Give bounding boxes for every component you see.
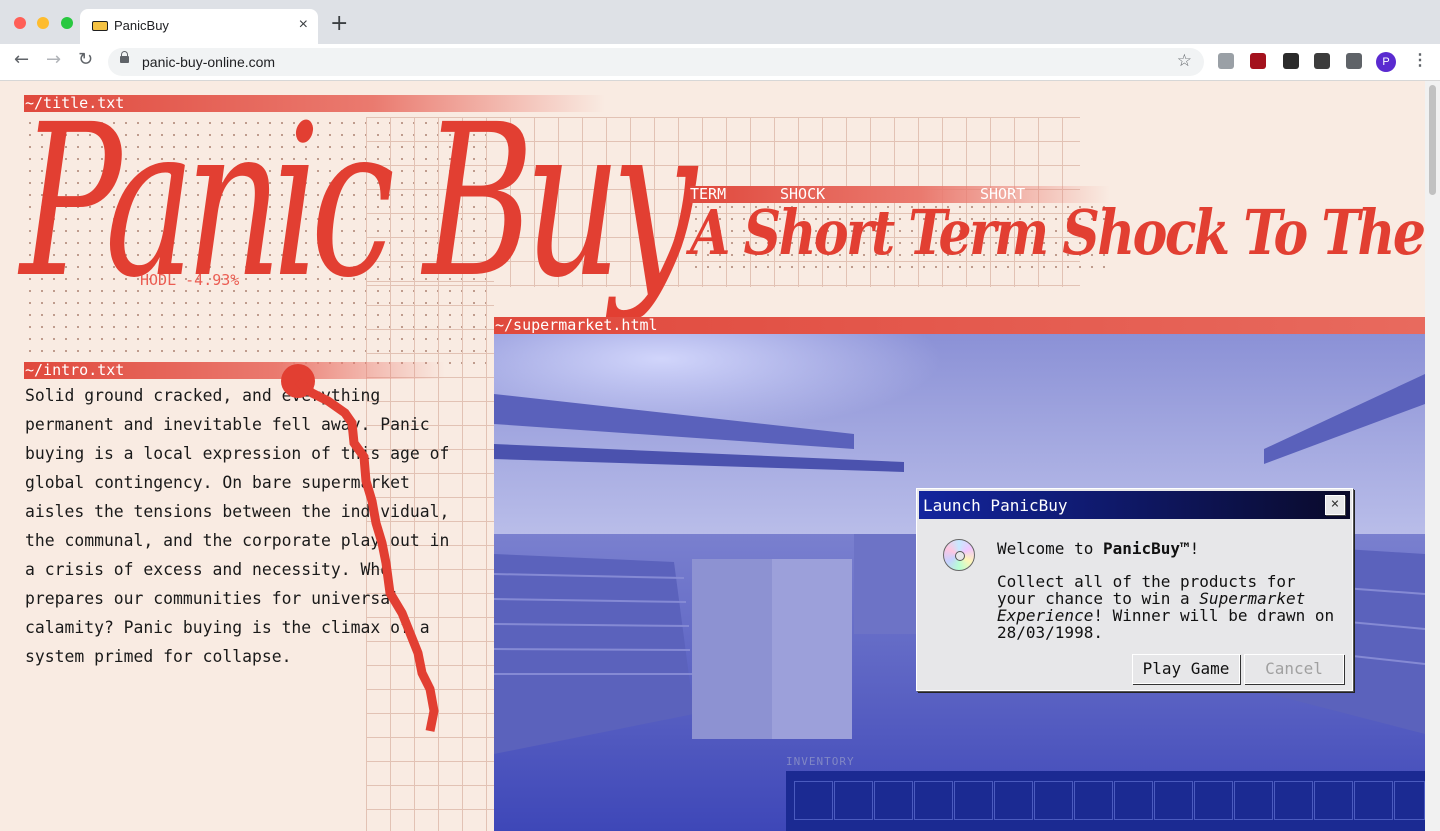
back-icon[interactable]: ← (14, 49, 29, 70)
inventory-bar (786, 771, 1425, 831)
dialog-title-bar[interactable]: Launch PanicBuy × (919, 491, 1350, 519)
inventory-slot[interactable] (1274, 781, 1313, 820)
ublock-icon[interactable] (1250, 53, 1266, 69)
inventory-slot[interactable] (794, 781, 833, 820)
window-controls (14, 16, 80, 34)
favicon-icon (92, 21, 108, 31)
welcome-brand: PanicBuy™ (1102, 539, 1190, 558)
inventory-slot[interactable] (1194, 781, 1233, 820)
dialog-welcome: Welcome to PanicBuy™! (997, 539, 1199, 558)
lock-icon (120, 51, 129, 63)
launch-dialog: Launch PanicBuy × Welcome to PanicBuy™! … (916, 488, 1353, 691)
inventory-slot[interactable] (874, 781, 913, 820)
new-tab-button[interactable]: + (330, 11, 348, 36)
search-ext-icon[interactable] (1314, 53, 1330, 69)
inventory-slot[interactable] (1314, 781, 1353, 820)
scrollbar-thumb[interactable] (1429, 85, 1436, 195)
inventory-slot[interactable] (1354, 781, 1393, 820)
page-subtitle: A Short Term Shock To The System (690, 196, 1425, 269)
inventory-label: INVENTORY (786, 755, 855, 768)
cancel-button[interactable]: Cancel (1244, 654, 1344, 684)
play-game-button[interactable]: Play Game (1132, 654, 1240, 684)
browser-tab-strip: PanicBuy × + (0, 0, 1440, 44)
welcome-suffix: ! (1189, 539, 1200, 558)
menu-icon[interactable]: ⋮ (1412, 50, 1428, 70)
inventory-slot[interactable] (914, 781, 953, 820)
page: ~/title.txt Panic Buy HODL -4.93% TERM S… (0, 81, 1425, 831)
dialog-title: Launch PanicBuy (923, 496, 1068, 515)
page-title: Panic Buy (20, 81, 697, 324)
zoom-window-button[interactable] (60, 17, 73, 29)
bird-icon[interactable] (1283, 53, 1299, 69)
inventory-slot[interactable] (1234, 781, 1273, 820)
inventory-slot[interactable] (1034, 781, 1073, 820)
profile-avatar[interactable]: P (1376, 52, 1396, 72)
ticker-overlay: HODL -4.93% (140, 271, 240, 289)
inventory-slot[interactable] (1114, 781, 1153, 820)
reload-icon[interactable]: ↻ (78, 49, 93, 70)
dialog-body: Collect all of the products for your cha… (997, 573, 1335, 641)
forward-icon[interactable]: → (46, 49, 61, 70)
close-window-button[interactable] (14, 17, 26, 29)
browser-tab[interactable]: PanicBuy × (80, 9, 318, 44)
crash-line-graphic (281, 364, 439, 732)
browser-toolbar: ← → ↻ panic-buy-online.com ☆ P ⋮ (0, 44, 1440, 81)
inventory-slot[interactable] (1074, 781, 1113, 820)
puzzle-icon[interactable] (1346, 53, 1362, 69)
dialog-close-icon[interactable]: × (1325, 495, 1345, 515)
minimize-window-button[interactable] (37, 17, 50, 29)
page-scrollbar[interactable] (1425, 81, 1440, 831)
tab-close-icon[interactable]: × (299, 16, 308, 34)
supermarket-window-label: ~/supermarket.html (494, 317, 1425, 334)
bookmark-star-icon[interactable]: ☆ (1177, 51, 1192, 71)
url-text[interactable]: panic-buy-online.com (142, 54, 275, 70)
inventory-slot[interactable] (834, 781, 873, 820)
address-bar[interactable]: panic-buy-online.com ☆ (108, 48, 1204, 76)
tab-grid-icon[interactable] (1218, 53, 1234, 69)
inventory-slot[interactable] (954, 781, 993, 820)
inventory-slot[interactable] (1394, 781, 1425, 820)
tab-title: PanicBuy (114, 18, 169, 33)
inventory-slot[interactable] (1154, 781, 1193, 820)
welcome-prefix: Welcome to (997, 539, 1103, 558)
cd-disc-icon (943, 539, 975, 571)
inventory-slot[interactable] (994, 781, 1033, 820)
